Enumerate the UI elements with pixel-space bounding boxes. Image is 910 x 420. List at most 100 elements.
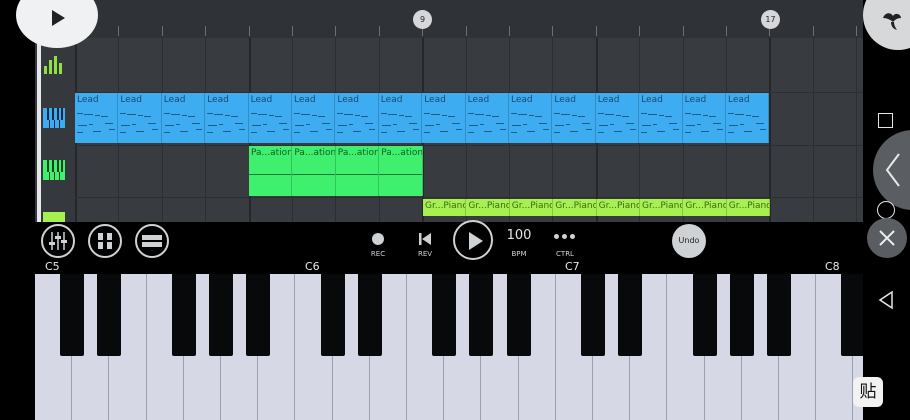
- black-key[interactable]: [581, 274, 605, 356]
- lead-clip[interactable]: Lead: [161, 93, 206, 143]
- record-button[interactable]: REC: [365, 228, 391, 258]
- lead-clip[interactable]: Lead: [639, 93, 683, 143]
- note-mark: [518, 114, 527, 115]
- lead-clip-label: Lead: [207, 95, 229, 105]
- undo-button[interactable]: Undo: [672, 224, 706, 258]
- black-key[interactable]: [618, 274, 643, 356]
- song-view-button[interactable]: [135, 224, 169, 258]
- black-key[interactable]: [246, 274, 271, 356]
- black-key[interactable]: [209, 274, 233, 356]
- pattern-view-button[interactable]: [88, 224, 122, 258]
- rewind-button[interactable]: REV: [412, 228, 438, 258]
- lead-clip[interactable]: Lead: [465, 93, 509, 143]
- record-label: REC: [370, 250, 386, 258]
- black-key[interactable]: [171, 274, 196, 356]
- note-mark: [554, 113, 561, 114]
- black-key[interactable]: [841, 274, 863, 356]
- black-key[interactable]: [469, 274, 494, 356]
- square-nav-icon[interactable]: [878, 113, 893, 128]
- note-mark: [353, 131, 362, 132]
- note-mark: [274, 116, 282, 117]
- note-mark: [424, 113, 431, 114]
- note-mark: [474, 114, 484, 115]
- lead-clip[interactable]: Lead: [422, 93, 466, 143]
- black-key[interactable]: [767, 274, 791, 356]
- lead-clip[interactable]: Lead: [248, 93, 292, 143]
- black-key[interactable]: [692, 274, 717, 356]
- lead-piano-icon[interactable]: [42, 106, 66, 130]
- piano-clip[interactable]: Gr...Piano: [640, 199, 684, 216]
- lead-clip-label: Lead: [684, 95, 707, 105]
- pad-clip[interactable]: Pa...ation: [249, 146, 293, 196]
- ruler-tick: [509, 26, 510, 36]
- lead-clip[interactable]: Lead: [205, 93, 249, 143]
- piano-clip[interactable]: Gr...Piano: [683, 199, 727, 216]
- paste-button[interactable]: 贴: [853, 377, 883, 407]
- mixer-bars-icon[interactable]: [42, 52, 66, 76]
- lead-clip[interactable]: Lead: [75, 93, 119, 143]
- piano-clip[interactable]: Gr...Piano: [726, 199, 771, 216]
- black-key[interactable]: [432, 274, 457, 356]
- bar-marker[interactable]: 17: [761, 10, 780, 29]
- note-mark: [109, 129, 115, 130]
- note-mark: [609, 124, 614, 125]
- pad-clip[interactable]: Pa...ation: [379, 146, 423, 196]
- fl-logo-button[interactable]: [863, 0, 910, 50]
- piano-clip[interactable]: Gr...Piano: [423, 199, 467, 216]
- close-button[interactable]: [867, 218, 907, 258]
- lead-clip[interactable]: Lead: [552, 93, 596, 143]
- sequencer-panel[interactable]: 9 17 Lead Lead Lead Lead Lead Lead Lead Lead Lead…: [35, 0, 863, 222]
- note-mark: [338, 125, 348, 126]
- piano-clip[interactable]: Gr...Piano: [466, 199, 510, 216]
- pad-piano-icon[interactable]: [42, 158, 66, 182]
- note-mark: [278, 123, 287, 124]
- circle-nav-icon[interactable]: [877, 201, 895, 219]
- pad-clip[interactable]: Pa...ation: [292, 146, 336, 196]
- piano-clip-label: Gr...Piano: [728, 201, 771, 211]
- lead-clip[interactable]: Lead: [595, 93, 640, 143]
- black-key[interactable]: [729, 274, 754, 356]
- lead-clip[interactable]: Lead: [378, 93, 423, 143]
- octave-label-c6: C6: [305, 260, 320, 273]
- black-key[interactable]: [506, 274, 531, 356]
- note-mark: [344, 114, 354, 115]
- ctrl-button[interactable]: CTRL: [550, 228, 580, 258]
- note-mark: [144, 116, 152, 117]
- lead-clip[interactable]: Lead: [118, 93, 162, 143]
- black-key[interactable]: [60, 274, 85, 356]
- black-key[interactable]: [320, 274, 345, 356]
- timeline-ruler[interactable]: 9 17: [35, 0, 863, 38]
- mixer-sliders-button[interactable]: [41, 224, 75, 258]
- lead-clip[interactable]: Lead: [509, 93, 553, 143]
- note-mark: [728, 113, 734, 114]
- note-mark: [380, 132, 387, 133]
- note-mark: [431, 114, 441, 115]
- note-mark: [235, 123, 244, 124]
- lead-clip[interactable]: Lead: [682, 93, 726, 143]
- note-mark: [268, 115, 274, 116]
- piano-clip[interactable]: Gr...Piano: [553, 199, 597, 216]
- side-panel-handle[interactable]: [873, 130, 910, 210]
- note-mark: [408, 123, 417, 124]
- bar-marker[interactable]: 9: [413, 10, 432, 29]
- lead-clip[interactable]: Lead: [292, 93, 336, 143]
- piano-track-icon[interactable]: [42, 210, 66, 222]
- pad-clip[interactable]: Pa...ation: [335, 146, 380, 196]
- black-key[interactable]: [357, 274, 382, 356]
- piano-keyboard[interactable]: [35, 274, 863, 420]
- note-mark: [387, 114, 397, 115]
- note-mark: [120, 132, 127, 133]
- lead-clip[interactable]: Lead: [335, 93, 379, 143]
- piano-clip-label: Gr...Piano: [685, 201, 727, 211]
- split-columns-icon: [96, 233, 114, 249]
- track-grid[interactable]: Lead Lead Lead Lead Lead Lead Lead Lead Lead Lead…: [75, 38, 863, 222]
- lead-clip-label: Lead: [641, 95, 663, 105]
- black-key[interactable]: [97, 274, 122, 356]
- piano-clip[interactable]: Gr...Piano: [509, 199, 554, 216]
- bpm-control[interactable]: 100 BPM: [503, 228, 535, 258]
- play-button[interactable]: [453, 220, 493, 260]
- lead-clip[interactable]: Lead: [726, 93, 770, 143]
- track-header-column: [35, 38, 75, 222]
- back-triangle-icon[interactable]: [877, 290, 895, 310]
- piano-clip[interactable]: Gr...Piano: [596, 199, 640, 216]
